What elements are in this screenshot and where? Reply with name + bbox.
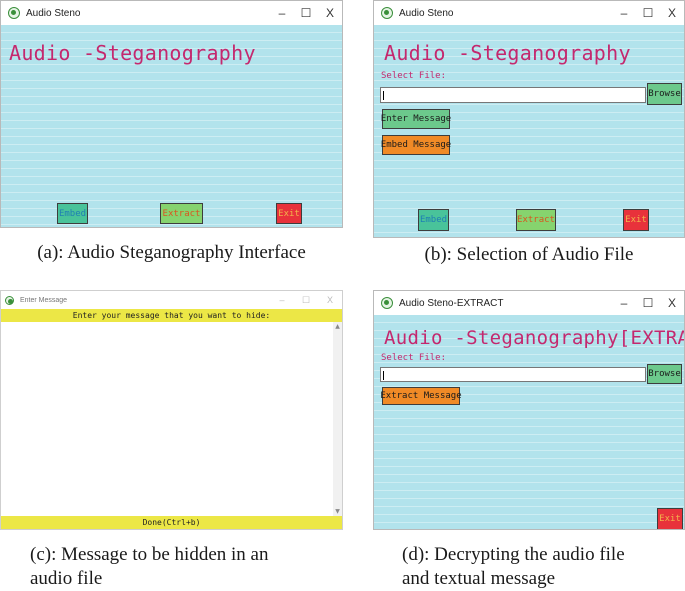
browse-button[interactable]: Browse — [647, 83, 682, 105]
shield-app-icon — [5, 295, 14, 305]
title-bar: Audio Steno – ☐ X — [1, 1, 342, 25]
window-title: Audio Steno — [26, 7, 81, 19]
done-button[interactable]: Done(Ctrl+b) — [1, 516, 342, 529]
app-heading: Audio -Steganography[EXTRACT] — [384, 327, 684, 349]
exit-button[interactable]: Exit — [657, 508, 683, 529]
message-textarea[interactable] — [1, 322, 342, 516]
panel-b: Audio Steno – ☐ X Audio -Steganography S… — [373, 0, 685, 280]
close-icon[interactable]: X — [660, 1, 684, 25]
caption-c-line2: audio file — [30, 568, 103, 589]
caption-c: (c): Message to be hidden in an audio fi… — [30, 543, 268, 591]
embed-button[interactable]: Embed — [418, 209, 449, 231]
scroll-down-icon[interactable]: ▼ — [333, 508, 342, 515]
embed-message-button[interactable]: Embed Message — [381, 135, 451, 155]
caption-d: (d): Decrypting the audio file and textu… — [402, 543, 625, 591]
minimize-icon[interactable]: – — [270, 291, 294, 309]
window-client-area: Audio -Steganography Embed Extract Exit — [1, 25, 342, 227]
done-button-label: Done(Ctrl+b) — [142, 518, 201, 527]
app-heading: Audio -Steganography — [384, 41, 631, 65]
maximize-icon[interactable]: ☐ — [636, 291, 660, 315]
browse-button[interactable]: Browse — [647, 364, 682, 384]
panel-c: Enter Message – ☐ X Enter your message t… — [0, 290, 343, 591]
window-title: Audio Steno-EXTRACT — [399, 297, 504, 309]
window-client-area: Audio -Steganography Select File: Browse… — [374, 25, 684, 237]
extract-message-button[interactable]: Extract Message — [380, 387, 462, 405]
close-icon[interactable]: X — [318, 1, 342, 25]
enter-message-button[interactable]: Enter Message — [381, 109, 451, 129]
title-bar: Enter Message – ☐ X — [1, 291, 342, 309]
window-audio-steno-extract: Audio Steno-EXTRACT – ☐ X Audio -Stegano… — [373, 290, 685, 530]
message-prompt: Enter your message that you want to hide… — [72, 311, 271, 320]
window-enter-message: Enter Message – ☐ X Enter your message t… — [0, 290, 343, 530]
window-audio-steno: Audio Steno – ☐ X Audio -Steganography E… — [0, 0, 343, 228]
window-client-area: Audio -Steganography[EXTRACT] Select Fil… — [374, 315, 684, 529]
maximize-icon[interactable]: ☐ — [294, 291, 318, 309]
file-path-input[interactable] — [380, 367, 646, 382]
caption-c-line1: (c): Message to be hidden in an — [30, 544, 269, 565]
close-icon[interactable]: X — [318, 291, 342, 309]
embed-button[interactable]: Embed — [57, 203, 88, 224]
maximize-icon[interactable]: ☐ — [294, 1, 318, 25]
app-heading: Audio -Steganography — [9, 41, 256, 65]
shield-app-icon — [381, 297, 393, 309]
shield-app-icon — [381, 7, 393, 19]
exit-button[interactable]: Exit — [276, 203, 302, 224]
extract-button[interactable]: Extract — [516, 209, 556, 231]
window-audio-steno: Audio Steno – ☐ X Audio -Steganography S… — [373, 0, 685, 238]
close-icon[interactable]: X — [660, 291, 684, 315]
select-file-label: Select File: — [381, 353, 447, 363]
message-prompt-bar: Enter your message that you want to hide… — [1, 309, 342, 322]
panel-d: Audio Steno-EXTRACT – ☐ X Audio -Stegano… — [373, 290, 685, 591]
caption-d-line1: (d): Decrypting the audio file — [402, 544, 625, 565]
caption-a: (a): Audio Steganography Interface — [37, 242, 306, 263]
title-bar: Audio Steno – ☐ X — [374, 1, 684, 25]
shield-app-icon — [8, 7, 20, 19]
minimize-icon[interactable]: – — [612, 291, 636, 315]
title-bar: Audio Steno-EXTRACT – ☐ X — [374, 291, 684, 315]
exit-button[interactable]: Exit — [623, 209, 649, 231]
maximize-icon[interactable]: ☐ — [636, 1, 660, 25]
window-title: Enter Message — [20, 296, 68, 304]
panel-a: Audio Steno – ☐ X Audio -Steganography E… — [0, 0, 343, 280]
extract-button[interactable]: Extract — [160, 203, 203, 224]
minimize-icon[interactable]: – — [612, 1, 636, 25]
message-scrollbar[interactable]: ▲ ▼ — [333, 322, 342, 516]
caption-d-line2: and textual message — [402, 568, 556, 589]
caption-b: (b): Selection of Audio File — [424, 244, 634, 265]
window-title: Audio Steno — [399, 7, 454, 19]
file-path-input[interactable] — [380, 87, 646, 103]
select-file-label: Select File: — [381, 71, 447, 81]
scroll-up-icon[interactable]: ▲ — [333, 323, 342, 330]
minimize-icon[interactable]: – — [270, 1, 294, 25]
